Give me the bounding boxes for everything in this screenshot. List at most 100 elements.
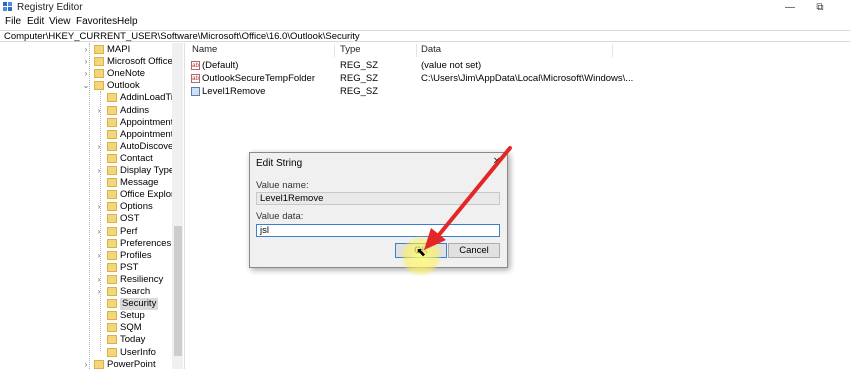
column-divider[interactable] [416,44,417,57]
registry-editor-icon [3,2,12,11]
tree-item[interactable]: › Perf [0,226,172,238]
folder-icon [107,262,117,272]
expand-icon[interactable]: › [95,274,103,286]
tree-item-label: Appointment [120,116,174,128]
folder-icon [107,190,117,200]
column-header-data[interactable]: Data [421,44,441,57]
menu-file[interactable]: File [5,16,21,27]
folder-icon [94,81,104,91]
folder-icon [94,45,104,54]
folder-icon [107,153,117,163]
column-header-name[interactable]: Name [192,44,217,57]
value-row-level1remove[interactable]: Level1Remove [191,86,265,98]
tree-item[interactable]: AddinLoadTim [0,92,181,104]
folder-icon [107,299,117,309]
tree-scroll-thumb[interactable] [174,226,182,356]
tree-item[interactable]: › Display Types [0,165,179,177]
address-bar[interactable]: Computer\HKEY_CURRENT_USER\Software\Micr… [0,30,850,42]
folder-icon [94,57,104,67]
title-bar: Registry Editor — ⧉ [0,0,850,15]
folder-icon [107,129,117,139]
value-data: (value not set) [421,60,482,71]
dialog-close-button[interactable]: ✕ [493,156,501,167]
tree-item[interactable]: › OneNote [0,68,172,80]
expand-icon[interactable]: › [95,226,103,238]
menu-favorites[interactable]: Favorites [76,16,117,27]
folder-icon [107,93,117,103]
tree-item[interactable]: Today [0,334,172,346]
value-name-field: Level1Remove [256,192,500,205]
tree-item-label: PowerPoint [107,358,156,369]
tree-item[interactable]: › Resiliency [0,274,172,286]
tree-item[interactable]: SQM [0,322,172,334]
value-data-field[interactable]: jsl [256,224,500,237]
folder-icon [94,359,104,369]
tree-item[interactable]: › Addins [0,105,172,117]
string-value-icon: ab [191,60,200,70]
expand-icon[interactable]: › [82,359,90,369]
tree-item[interactable]: Preferences [0,238,172,250]
tree-item[interactable]: › Profiles [0,250,172,262]
collapse-icon[interactable]: ⌄ [82,80,90,92]
folder-icon [107,238,117,248]
folder-icon [107,214,117,224]
tree-item-label: UserInfo [120,346,156,358]
folder-icon [107,141,117,151]
tree-item-label: MAPI [107,44,131,55]
folder-icon [107,105,117,115]
tree-item[interactable]: UserInfo [0,347,172,359]
restore-button[interactable]: ⧉ [805,0,835,15]
tree-item-label: Display Types [120,165,179,176]
folder-icon [94,69,104,79]
tree-item[interactable]: › AutoDiscover [0,141,177,153]
expand-icon[interactable]: › [82,56,90,68]
folder-icon [107,178,117,188]
tree-item[interactable]: Appointment [0,129,173,141]
column-header-type[interactable]: Type [340,44,361,57]
expand-icon[interactable]: › [95,286,103,298]
expand-icon[interactable]: › [95,141,103,153]
tree-item[interactable]: Appointment [0,116,174,129]
value-row-outlook-secure-temp-folder[interactable]: ab OutlookSecureTempFolder [191,73,315,85]
expand-icon[interactable]: › [82,68,90,80]
binary-value-icon [191,86,200,96]
tree-item-label: Today [120,334,146,346]
expand-icon[interactable]: › [82,44,90,56]
column-divider[interactable] [334,44,335,57]
tree-item[interactable]: Office Explorer [0,189,183,201]
expand-icon[interactable]: › [95,250,103,262]
folder-icon [107,323,117,333]
expand-icon[interactable]: › [95,201,103,213]
tree-item-label: Setup [120,310,145,322]
tree-item[interactable]: ⌄ Outlook [0,80,172,92]
tree-item[interactable]: › Microsoft Office H [0,56,183,68]
key-tree: › MAPI › Microsoft Office H › OneNote ⌄ Outlook… [0,43,185,369]
tree-item[interactable]: › MAPI [0,44,172,56]
menu-view[interactable]: View [49,16,71,27]
value-row-default[interactable]: ab (Default) [191,60,238,72]
expand-icon[interactable]: › [95,105,103,117]
folder-icon [107,226,117,236]
tree-item[interactable]: Security [0,298,172,311]
value-type: REG_SZ [340,73,379,84]
column-divider[interactable] [612,44,613,57]
tree-item[interactable]: › Search [0,286,172,298]
tree-item[interactable]: Contact [0,153,172,165]
tree-item[interactable]: Message [0,177,172,189]
menu-help[interactable]: Help [117,16,138,27]
tree-item[interactable]: PST [0,262,172,274]
tree-item-label: Addins [120,104,150,116]
cancel-button[interactable]: Cancel [448,243,500,258]
tree-item-label: Perf [120,225,138,237]
folder-icon [107,117,117,127]
tree-item[interactable]: › Options [0,201,172,213]
tree-item-label: Outlook [107,80,140,92]
minimize-button[interactable]: — [775,0,805,15]
tree-item[interactable]: OST [0,213,172,225]
tree-item[interactable]: Setup [0,310,172,322]
menu-edit[interactable]: Edit [27,16,44,27]
expand-icon[interactable]: › [95,165,103,177]
folder-icon [107,311,117,321]
tree-item[interactable]: › PowerPoint [0,359,172,369]
tree-item-label: Resiliency [120,273,164,285]
